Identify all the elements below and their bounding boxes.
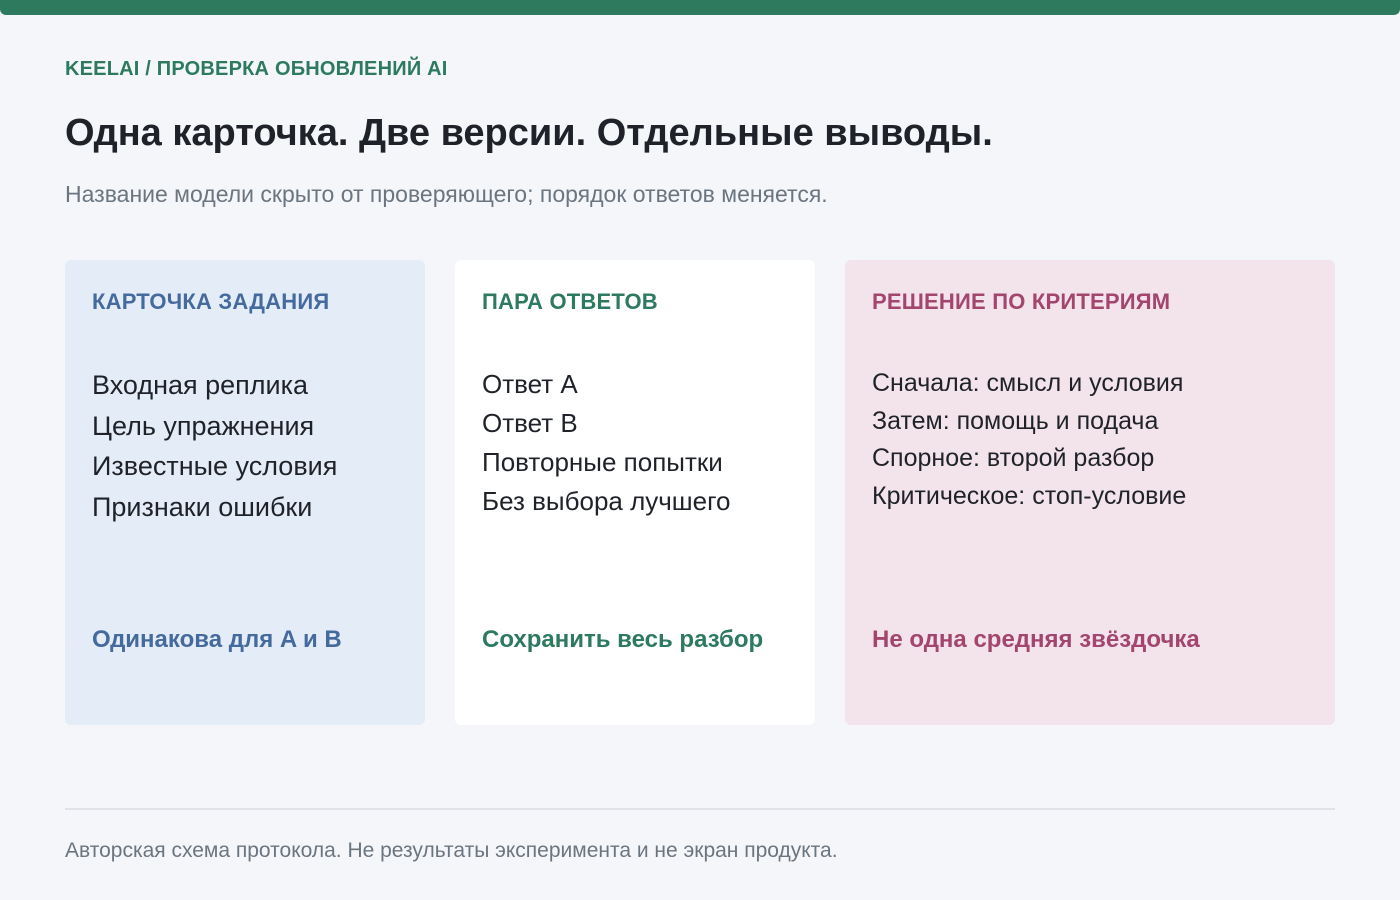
answer-pair-card-heading: ПАРА ОТВЕТОВ xyxy=(482,289,658,314)
list-item: Сначала: смысл и условия xyxy=(872,369,1184,397)
criteria-decision-card: РЕШЕНИЕ ПО КРИТЕРИЯМ Сначала: смысл и ус… xyxy=(845,260,1335,725)
list-item: Признаки ошибки xyxy=(92,491,313,522)
top-accent-bar xyxy=(0,0,1400,15)
criteria-decision-card-heading: РЕШЕНИЕ ПО КРИТЕРИЯМ xyxy=(872,289,1171,314)
list-item: Критическое: стоп-условие xyxy=(872,482,1187,511)
answer-pair-card: ПАРА ОТВЕТОВ Ответ A Ответ B Повторные п… xyxy=(455,260,815,725)
page-subtitle: Название модели скрыто от проверяющего; … xyxy=(65,181,828,207)
list-item: Затем: помощь и подача xyxy=(872,406,1159,435)
list-item: Повторные попытки xyxy=(482,447,723,477)
list-item: Спорное: второй разбор xyxy=(872,444,1155,473)
breadcrumb: KEELAI / ПРОВЕРКА ОБНОВЛЕНИЙ AI xyxy=(65,58,448,80)
task-card-footer: Одинакова для A и B xyxy=(92,626,342,653)
list-item: Без выбора лучшего xyxy=(482,486,731,516)
task-card-heading: КАРТОЧКА ЗАДАНИЯ xyxy=(92,289,330,314)
task-card-list: Входная реплика Цель упражнения Известны… xyxy=(92,365,337,527)
page-title: Одна карточка. Две версии. Отдельные выв… xyxy=(65,112,993,154)
answer-pair-card-list: Ответ A Ответ B Повторные попытки Без вы… xyxy=(482,365,731,521)
list-item: Цель упражнения xyxy=(92,410,315,441)
list-item: Ответ A xyxy=(482,369,578,399)
footer-divider xyxy=(65,808,1335,810)
criteria-decision-card-footer: Не одна средняя звёздочка xyxy=(872,626,1200,653)
footnote: Авторская схема протокола. Не результаты… xyxy=(65,839,838,862)
task-card: КАРТОЧКА ЗАДАНИЯ Входная реплика Цель уп… xyxy=(65,260,425,725)
list-item: Входная реплика xyxy=(92,370,309,400)
criteria-decision-card-list: Сначала: смысл и условия Затем: помощь и… xyxy=(872,365,1186,516)
answer-pair-card-footer: Сохранить весь разбор xyxy=(482,626,764,653)
list-item: Ответ B xyxy=(482,408,578,438)
list-item: Известные условия xyxy=(92,451,338,481)
